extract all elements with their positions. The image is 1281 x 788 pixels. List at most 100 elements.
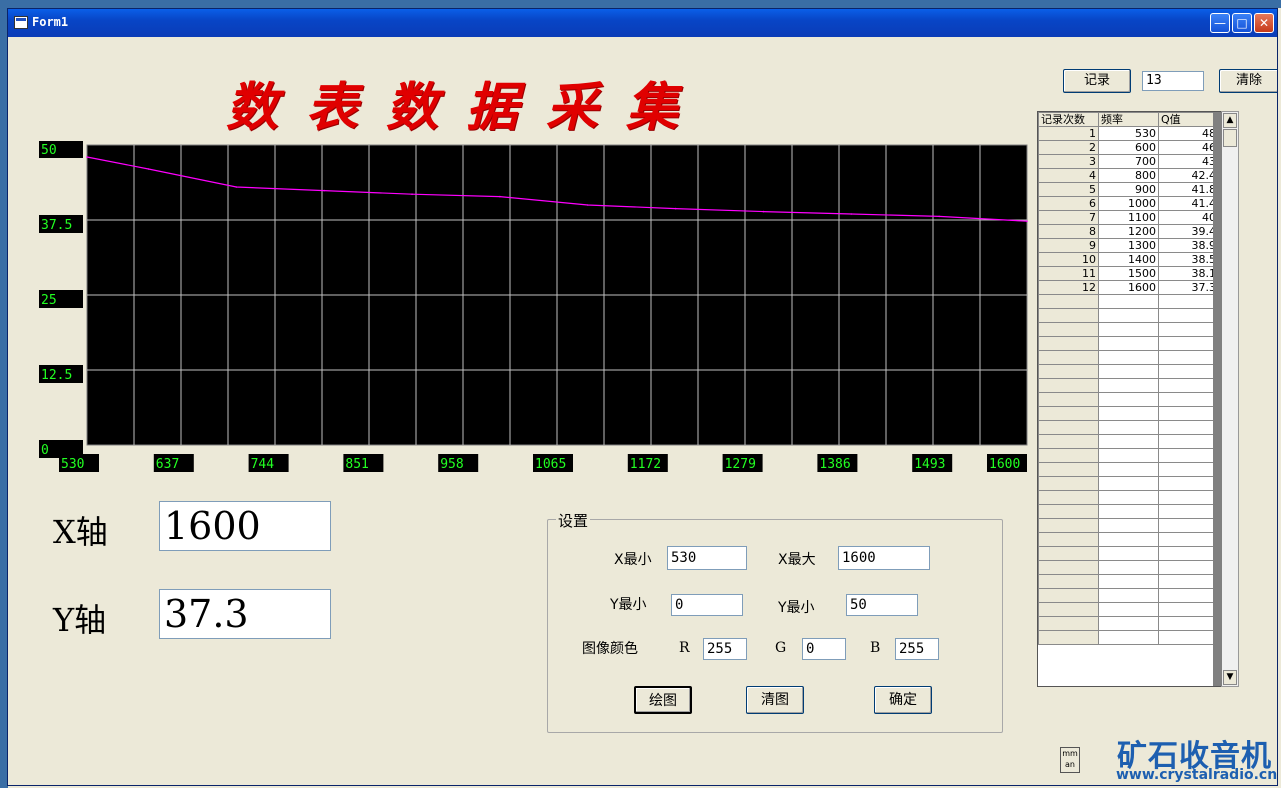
data-grid[interactable]: 记录次数 频率 Q值 1 530 48 2 600 46 3 700 43 4 800 42.4 5 900 41… — [1037, 111, 1221, 687]
grid-cell[interactable]: 4 — [1038, 168, 1099, 183]
grid-cell[interactable] — [1098, 336, 1159, 351]
grid-cell[interactable]: 38.9 — [1158, 238, 1219, 253]
grid-cell[interactable] — [1158, 476, 1219, 491]
grid-cell[interactable]: 37.3 — [1158, 280, 1219, 295]
grid-cell[interactable] — [1038, 392, 1099, 407]
grid-cell[interactable] — [1158, 490, 1219, 505]
grid-cell[interactable] — [1038, 350, 1099, 365]
grid-cell[interactable] — [1038, 448, 1099, 463]
grid-cell[interactable] — [1038, 616, 1099, 631]
empty-row[interactable] — [1038, 616, 1219, 631]
grid-cell[interactable] — [1038, 434, 1099, 449]
ok-button[interactable]: 确定 — [874, 686, 932, 714]
table-row[interactable]: 8 1200 39.4 — [1038, 224, 1219, 239]
empty-row[interactable] — [1038, 574, 1219, 589]
grid-cell[interactable]: 7 — [1038, 210, 1099, 225]
grid-cell[interactable]: 42.4 — [1158, 168, 1219, 183]
grid-cell[interactable] — [1038, 574, 1099, 589]
maximize-button[interactable]: □ — [1232, 13, 1252, 33]
grid-cell[interactable] — [1158, 588, 1219, 603]
grid-cell[interactable] — [1158, 532, 1219, 547]
grid-cell[interactable] — [1158, 434, 1219, 449]
grid-header-cell[interactable]: 频率 — [1098, 112, 1159, 127]
empty-row[interactable] — [1038, 630, 1219, 645]
grid-cell[interactable] — [1098, 448, 1159, 463]
grid-cell[interactable] — [1098, 364, 1159, 379]
grid-cell[interactable]: 600 — [1098, 140, 1159, 155]
grid-cell[interactable] — [1158, 392, 1219, 407]
r-input[interactable]: 255 — [703, 638, 747, 660]
grid-cell[interactable] — [1038, 518, 1099, 533]
corner-button[interactable]: mm an — [1060, 747, 1080, 773]
empty-row[interactable] — [1038, 420, 1219, 435]
grid-cell[interactable] — [1038, 602, 1099, 617]
y-min-input[interactable]: 0 — [671, 594, 743, 616]
grid-cell[interactable]: 41.8 — [1158, 182, 1219, 197]
grid-cell[interactable]: 6 — [1038, 196, 1099, 211]
grid-cell[interactable] — [1158, 462, 1219, 477]
grid-cell[interactable]: 3 — [1038, 154, 1099, 169]
grid-cell[interactable]: 530 — [1098, 126, 1159, 141]
grid-cell[interactable] — [1038, 546, 1099, 561]
grid-cell[interactable] — [1038, 364, 1099, 379]
grid-cell[interactable] — [1158, 350, 1219, 365]
grid-cell[interactable] — [1158, 406, 1219, 421]
grid-cell[interactable] — [1098, 560, 1159, 575]
grid-cell[interactable]: 1000 — [1098, 196, 1159, 211]
grid-cell[interactable] — [1158, 378, 1219, 393]
grid-cell[interactable] — [1038, 476, 1099, 491]
scroll-down-button[interactable]: ▼ — [1223, 670, 1237, 685]
grid-cell[interactable]: 39.4 — [1158, 224, 1219, 239]
grid-cell[interactable]: 900 — [1098, 182, 1159, 197]
table-row[interactable]: 12 1600 37.3 — [1038, 280, 1219, 295]
empty-row[interactable] — [1038, 462, 1219, 477]
grid-cell[interactable]: 700 — [1098, 154, 1159, 169]
grid-cell[interactable] — [1098, 392, 1159, 407]
empty-row[interactable] — [1038, 602, 1219, 617]
grid-cell[interactable]: 1 — [1038, 126, 1099, 141]
empty-row[interactable] — [1038, 378, 1219, 393]
grid-cell[interactable] — [1098, 588, 1159, 603]
grid-cell[interactable] — [1038, 462, 1099, 477]
grid-cell[interactable] — [1038, 420, 1099, 435]
grid-cell[interactable] — [1098, 322, 1159, 337]
grid-cell[interactable] — [1098, 490, 1159, 505]
y-max-input[interactable]: 50 — [846, 594, 918, 616]
grid-header-row[interactable]: 记录次数 频率 Q值 — [1038, 112, 1219, 127]
grid-cell[interactable]: 40 — [1158, 210, 1219, 225]
empty-row[interactable] — [1038, 364, 1219, 379]
table-row[interactable]: 9 1300 38.9 — [1038, 238, 1219, 253]
scroll-thumb[interactable] — [1223, 129, 1237, 147]
grid-scrollbar[interactable]: ▲ ▼ — [1213, 111, 1239, 687]
grid-cell[interactable]: 8 — [1038, 224, 1099, 239]
grid-cell[interactable] — [1038, 294, 1099, 309]
clear-plot-button[interactable]: 清图 — [746, 686, 804, 714]
grid-cell[interactable] — [1098, 532, 1159, 547]
empty-row[interactable] — [1038, 350, 1219, 365]
grid-cell[interactable] — [1098, 630, 1159, 645]
grid-cell[interactable] — [1098, 476, 1159, 491]
table-row[interactable]: 5 900 41.8 — [1038, 182, 1219, 197]
x-min-input[interactable]: 530 — [667, 546, 747, 570]
grid-cell[interactable]: 38.5 — [1158, 252, 1219, 267]
grid-cell[interactable] — [1038, 406, 1099, 421]
table-row[interactable]: 2 600 46 — [1038, 140, 1219, 155]
table-row[interactable]: 10 1400 38.5 — [1038, 252, 1219, 267]
grid-cell[interactable] — [1098, 294, 1159, 309]
grid-cell[interactable] — [1158, 364, 1219, 379]
grid-cell[interactable] — [1038, 322, 1099, 337]
empty-row[interactable] — [1038, 322, 1219, 337]
record-button[interactable]: 记录 — [1063, 69, 1131, 93]
grid-cell[interactable] — [1158, 336, 1219, 351]
grid-cell[interactable] — [1098, 378, 1159, 393]
close-button[interactable]: ✕ — [1254, 13, 1274, 33]
empty-row[interactable] — [1038, 560, 1219, 575]
grid-cell[interactable]: 48 — [1158, 126, 1219, 141]
empty-row[interactable] — [1038, 476, 1219, 491]
g-input[interactable]: 0 — [802, 638, 846, 660]
grid-cell[interactable] — [1158, 322, 1219, 337]
empty-row[interactable] — [1038, 532, 1219, 547]
table-row[interactable]: 6 1000 41.4 — [1038, 196, 1219, 211]
empty-row[interactable] — [1038, 448, 1219, 463]
empty-row[interactable] — [1038, 336, 1219, 351]
